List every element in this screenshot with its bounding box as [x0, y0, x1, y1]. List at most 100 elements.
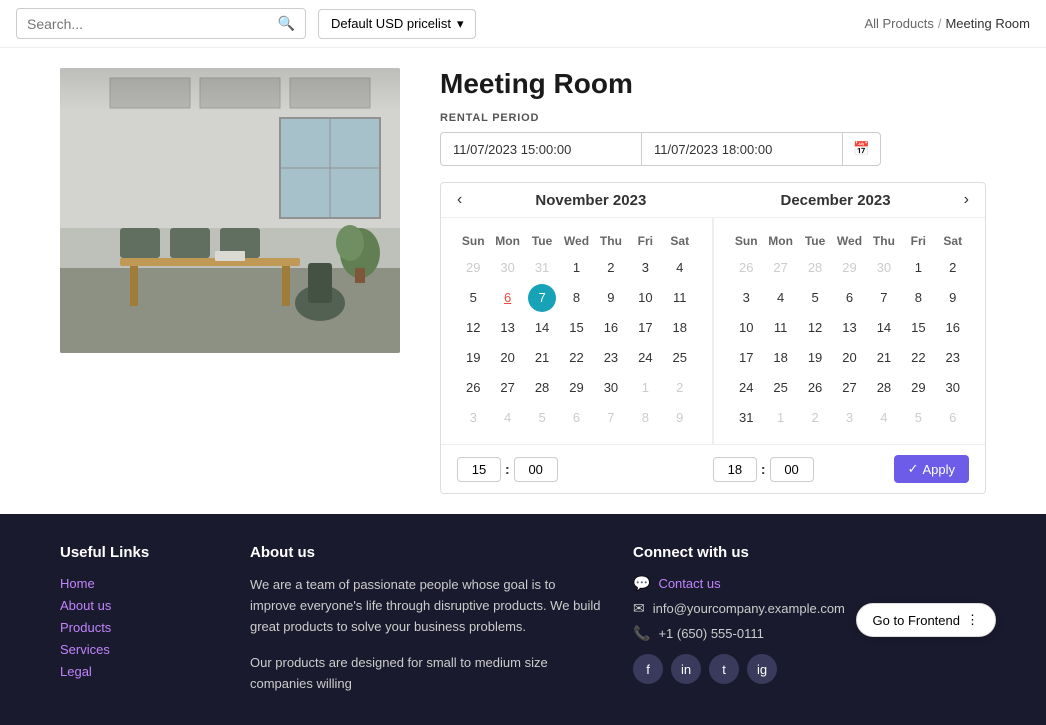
cal-day[interactable]: 27 — [494, 374, 522, 402]
footer-link-products[interactable]: Products — [60, 620, 111, 635]
cal-day[interactable]: 6 — [562, 404, 590, 432]
cal-day[interactable]: 30 — [597, 374, 625, 402]
cal-day[interactable]: 29 — [562, 374, 590, 402]
cal-day[interactable]: 16 — [939, 314, 967, 342]
go-to-frontend-button[interactable]: Go to Frontend ⋮ — [856, 603, 996, 637]
cal-day[interactable]: 10 — [732, 314, 760, 342]
cal-day[interactable]: 13 — [835, 314, 863, 342]
start-min-input[interactable] — [514, 457, 558, 482]
cal-day[interactable]: 4 — [666, 254, 694, 282]
footer-link-legal[interactable]: Legal — [60, 664, 92, 679]
cal-day[interactable]: 13 — [494, 314, 522, 342]
cal-day[interactable]: 29 — [835, 254, 863, 282]
cal-day[interactable]: 18 — [666, 314, 694, 342]
cal-day[interactable]: 7 — [597, 404, 625, 432]
cal-day[interactable]: 1 — [562, 254, 590, 282]
cal-day[interactable]: 21 — [870, 344, 898, 372]
cal-day[interactable]: 14 — [870, 314, 898, 342]
cal-day[interactable]: 9 — [666, 404, 694, 432]
prev-month-button[interactable]: ‹ — [451, 189, 468, 211]
cal-day[interactable]: 22 — [562, 344, 590, 372]
cal-day[interactable]: 24 — [631, 344, 659, 372]
search-input[interactable] — [27, 16, 278, 32]
end-min-input[interactable] — [770, 457, 814, 482]
cal-day[interactable]: 5 — [528, 404, 556, 432]
instagram-icon[interactable]: ig — [747, 654, 777, 684]
cal-day[interactable]: 17 — [631, 314, 659, 342]
cal-day[interactable]: 28 — [801, 254, 829, 282]
cal-day[interactable]: 29 — [904, 374, 932, 402]
cal-day[interactable]: 1 — [631, 374, 659, 402]
cal-day[interactable]: 27 — [767, 254, 795, 282]
cal-day[interactable]: 20 — [835, 344, 863, 372]
breadcrumb-parent[interactable]: All Products — [864, 16, 933, 31]
cal-day[interactable]: 15 — [562, 314, 590, 342]
cal-day[interactable]: 4 — [870, 404, 898, 432]
cal-day[interactable]: 28 — [870, 374, 898, 402]
cal-day[interactable]: 23 — [939, 344, 967, 372]
cal-day[interactable]: 30 — [870, 254, 898, 282]
cal-day[interactable]: 26 — [801, 374, 829, 402]
end-hour-input[interactable] — [713, 457, 757, 482]
start-date-input[interactable] — [440, 132, 642, 166]
cal-day[interactable]: 2 — [939, 254, 967, 282]
cal-day[interactable]: 9 — [939, 284, 967, 312]
cal-day[interactable]: 21 — [528, 344, 556, 372]
cal-day[interactable]: 3 — [835, 404, 863, 432]
cal-day[interactable]: 15 — [904, 314, 932, 342]
cal-day[interactable]: 11 — [767, 314, 795, 342]
footer-link-home[interactable]: Home — [60, 576, 95, 591]
cal-day[interactable]: 20 — [494, 344, 522, 372]
start-hour-input[interactable] — [457, 457, 501, 482]
cal-day[interactable]: 25 — [666, 344, 694, 372]
cal-day[interactable]: 26 — [732, 254, 760, 282]
cal-day[interactable]: 19 — [459, 344, 487, 372]
cal-day[interactable]: 3 — [459, 404, 487, 432]
cal-day[interactable]: 29 — [459, 254, 487, 282]
cal-day[interactable]: 26 — [459, 374, 487, 402]
twitter-icon[interactable]: t — [709, 654, 739, 684]
cal-day[interactable]: 8 — [631, 404, 659, 432]
apply-button[interactable]: Apply — [894, 455, 969, 483]
cal-day[interactable]: 31 — [732, 404, 760, 432]
cal-day-6[interactable]: 6 — [494, 284, 522, 312]
linkedin-icon[interactable]: in — [671, 654, 701, 684]
cal-day[interactable]: 8 — [562, 284, 590, 312]
cal-day[interactable]: 14 — [528, 314, 556, 342]
calendar-toggle-button[interactable]: 📅 — [843, 132, 881, 166]
cal-day[interactable]: 6 — [835, 284, 863, 312]
cal-day[interactable]: 3 — [732, 284, 760, 312]
cal-day[interactable]: 23 — [597, 344, 625, 372]
cal-day[interactable]: 4 — [494, 404, 522, 432]
cal-day[interactable]: 12 — [459, 314, 487, 342]
next-month-button[interactable]: › — [958, 189, 975, 211]
cal-day[interactable]: 1 — [904, 254, 932, 282]
cal-day[interactable]: 22 — [904, 344, 932, 372]
cal-day-selected[interactable]: 7 — [528, 284, 556, 312]
cal-day[interactable]: 6 — [939, 404, 967, 432]
search-box[interactable]: 🔍 — [16, 8, 306, 39]
cal-day[interactable]: 2 — [597, 254, 625, 282]
cal-day[interactable]: 18 — [767, 344, 795, 372]
footer-link-services[interactable]: Services — [60, 642, 110, 657]
cal-day[interactable]: 10 — [631, 284, 659, 312]
cal-day[interactable]: 7 — [870, 284, 898, 312]
cal-day[interactable]: 9 — [597, 284, 625, 312]
cal-day[interactable]: 8 — [904, 284, 932, 312]
cal-day[interactable]: 19 — [801, 344, 829, 372]
footer-link-about[interactable]: About us — [60, 598, 111, 613]
cal-day[interactable]: 5 — [801, 284, 829, 312]
cal-day[interactable]: 28 — [528, 374, 556, 402]
cal-day[interactable]: 24 — [732, 374, 760, 402]
cal-day[interactable]: 16 — [597, 314, 625, 342]
cal-day[interactable]: 25 — [767, 374, 795, 402]
facebook-icon[interactable]: f — [633, 654, 663, 684]
cal-day[interactable]: 4 — [767, 284, 795, 312]
cal-day[interactable]: 5 — [904, 404, 932, 432]
cal-day[interactable]: 11 — [666, 284, 694, 312]
cal-day[interactable]: 30 — [494, 254, 522, 282]
cal-day[interactable]: 2 — [801, 404, 829, 432]
cal-day[interactable]: 27 — [835, 374, 863, 402]
cal-day[interactable]: 12 — [801, 314, 829, 342]
cal-day[interactable]: 3 — [631, 254, 659, 282]
